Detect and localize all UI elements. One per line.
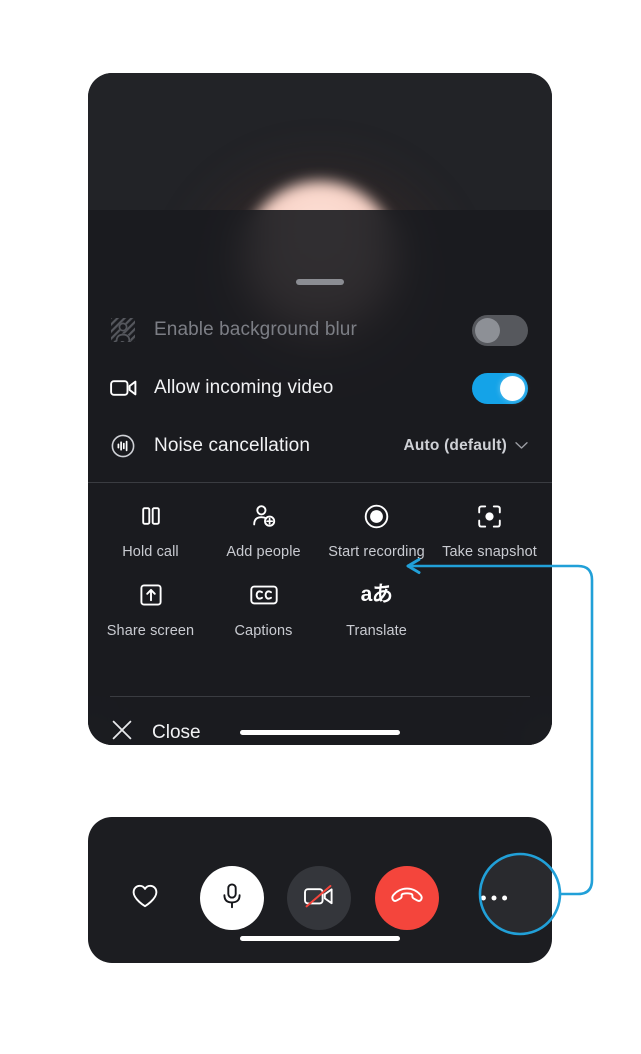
mic-button[interactable] [199, 866, 264, 930]
snapshot-icon [477, 501, 502, 531]
call-options-sheet: Enable background blur Allow incoming vi… [88, 73, 552, 745]
setting-label-incoming-video: Allow incoming video [154, 377, 334, 398]
toggle-knob [500, 375, 525, 401]
call-controls [88, 863, 552, 933]
home-indicator [240, 730, 400, 735]
add-person-icon [251, 501, 277, 531]
more-dots-icon [479, 889, 509, 907]
close-x-icon [110, 718, 134, 745]
close-label: Close [152, 721, 201, 743]
action-label-share-screen: Share screen [106, 623, 195, 639]
translate-glyph: aあ [360, 583, 393, 606]
action-grid: Hold call Add people Start recording Tak… [88, 501, 552, 639]
action-take-snapshot[interactable]: Take snapshot [433, 501, 546, 560]
more-options-button[interactable] [462, 866, 526, 930]
captions-cc-icon [249, 580, 278, 610]
action-share-screen[interactable]: Share screen [94, 580, 207, 639]
section-divider-top [88, 482, 552, 483]
action-label-take-snapshot: Take snapshot [442, 544, 537, 560]
section-divider-bottom [110, 696, 530, 697]
share-screen-icon [139, 580, 163, 610]
translate-icon: aあ [361, 580, 393, 610]
setting-row-background-blur[interactable]: Enable background blur [88, 301, 552, 359]
action-label-hold-call: Hold call [122, 544, 179, 560]
record-icon [364, 501, 389, 531]
incoming-video-toggle[interactable] [472, 372, 528, 404]
setting-control-incoming-video[interactable] [472, 372, 528, 404]
microphone-icon [219, 882, 245, 915]
video-button[interactable] [287, 866, 351, 930]
video-off-icon [303, 883, 335, 914]
home-indicator [240, 936, 400, 941]
setting-row-noise-cancellation[interactable]: Noise cancellation Auto (default) [88, 417, 552, 475]
setting-label-noise-cancellation: Noise cancellation [154, 435, 310, 456]
reaction-heart-button[interactable] [114, 883, 176, 914]
action-hold-call[interactable]: Hold call [94, 501, 207, 560]
settings-list: Enable background blur Allow incoming vi… [88, 301, 552, 475]
action-add-people[interactable]: Add people [207, 501, 320, 560]
action-captions[interactable]: Captions [207, 580, 320, 639]
action-start-recording[interactable]: Start recording [320, 501, 433, 560]
toggle-knob [475, 317, 500, 343]
setting-label-background-blur: Enable background blur [154, 319, 357, 340]
background-blur-icon [110, 317, 144, 343]
sheet-content: Enable background blur Allow incoming vi… [88, 73, 552, 745]
hangup-button[interactable] [374, 866, 439, 930]
action-label-captions: Captions [234, 623, 293, 639]
noise-cancellation-select[interactable]: Auto (default) [403, 437, 528, 455]
call-control-bar [88, 817, 552, 963]
action-label-start-recording: Start recording [328, 544, 425, 560]
action-empty-slot [433, 580, 546, 639]
screenshot-root: Enable background blur Allow incoming vi… [0, 0, 641, 1054]
hangup-phone-icon [390, 886, 424, 911]
action-label-add-people: Add people [226, 544, 301, 560]
action-translate[interactable]: aあ Translate [320, 580, 433, 639]
close-row[interactable]: Close [110, 718, 201, 745]
video-camera-icon [110, 377, 144, 399]
action-label-translate: Translate [346, 623, 407, 639]
noise-cancellation-value: Auto (default) [403, 437, 507, 454]
background-blur-toggle[interactable] [472, 314, 528, 346]
chevron-down-icon [515, 437, 528, 455]
heart-icon [131, 883, 159, 914]
pause-icon [139, 501, 163, 531]
setting-control-background-blur[interactable] [472, 314, 528, 346]
setting-row-incoming-video[interactable]: Allow incoming video [88, 359, 552, 417]
noise-cancellation-icon [110, 433, 144, 459]
drag-handle[interactable] [296, 279, 344, 285]
